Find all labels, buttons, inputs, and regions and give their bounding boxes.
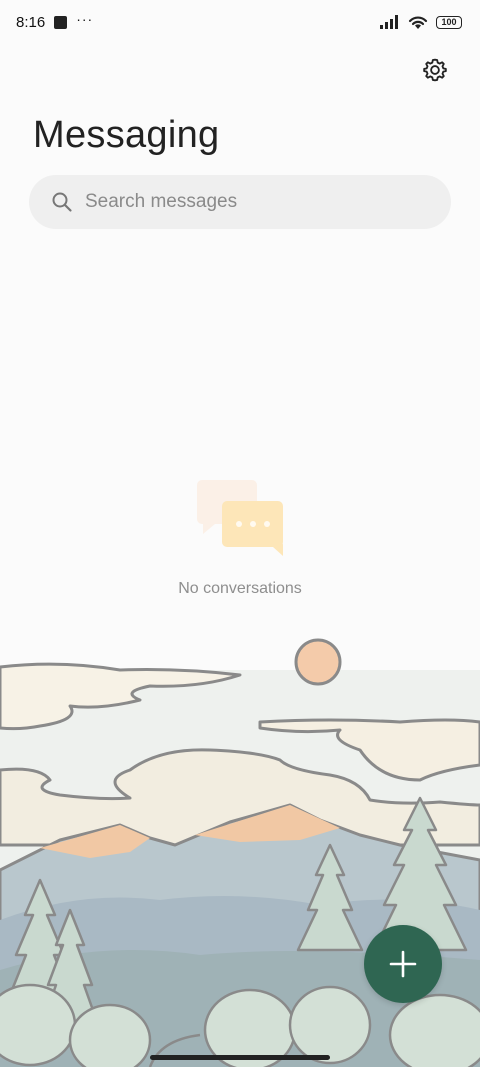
status-time: 8:16 <box>16 13 46 31</box>
new-conversation-button[interactable] <box>364 925 442 1003</box>
page-title: Messaging <box>33 114 220 156</box>
more-notifications-icon: ··· <box>76 11 94 27</box>
sun-icon <box>294 638 342 686</box>
settings-button[interactable] <box>418 53 452 87</box>
signal-icon <box>380 15 398 29</box>
status-right: 100 <box>380 15 462 30</box>
status-bar: 8:16 ··· 100 <box>0 0 480 44</box>
battery-icon: 100 <box>436 15 462 29</box>
gear-icon <box>423 58 447 82</box>
search-icon <box>52 192 72 212</box>
search-placeholder: Search messages <box>85 191 238 212</box>
wifi-icon <box>408 16 428 29</box>
empty-state-text: No conversations <box>178 580 302 597</box>
home-indicator[interactable] <box>150 1055 330 1060</box>
notification-app-icon <box>54 15 68 29</box>
chat-bubbles-icon <box>197 480 283 556</box>
status-left: 8:16 ··· <box>16 11 94 31</box>
search-input[interactable]: Search messages <box>29 175 451 229</box>
battery-level: 100 <box>441 17 457 27</box>
plus-icon <box>389 950 417 978</box>
